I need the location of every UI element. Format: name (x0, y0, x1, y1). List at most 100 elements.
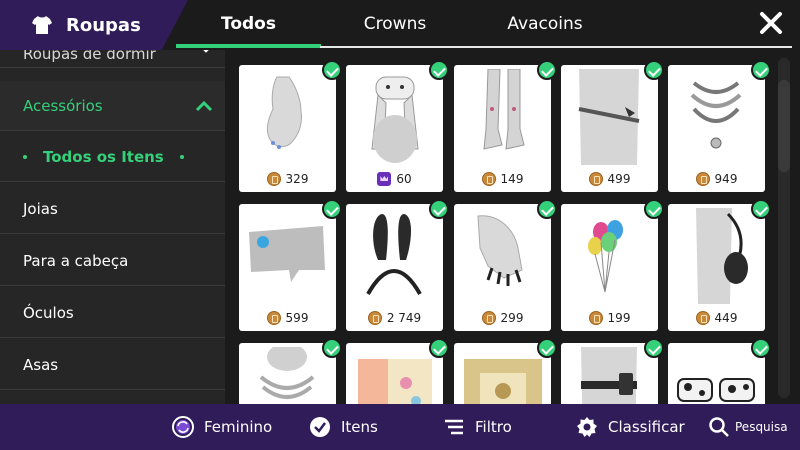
items-label: Itens (341, 418, 378, 436)
gender-button[interactable]: Feminino (172, 404, 272, 450)
tab-todos[interactable]: Todos (176, 0, 321, 48)
item-card-floral-book[interactable] (346, 338, 449, 404)
avacoin-icon (481, 311, 496, 325)
item-card-leg-warmers[interactable]: 149 (454, 60, 557, 192)
category-sidebar: Roupas de dormir Acessórios Todos os Ite… (0, 50, 225, 404)
search-label: Pesquisa (735, 420, 788, 434)
item-card-bytes-sign[interactable]: 599 (239, 199, 342, 331)
sidebar-subitem-label: Todos os Itens (43, 147, 164, 166)
sidebar-item-label: Óculos (23, 303, 74, 322)
item-thumbnail (578, 69, 640, 165)
avacoin-icon (481, 172, 496, 186)
owned-check-icon (537, 60, 557, 80)
bullet-dot (179, 154, 184, 159)
sidebar-item-label: Joias (23, 199, 58, 218)
item-card-gold-frame[interactable] (454, 338, 557, 404)
search-icon (709, 417, 729, 437)
sidebar-item-label: Para a cabeça (23, 251, 129, 270)
item-card-necklace[interactable]: 949 (668, 60, 771, 192)
item-thumbnail (581, 347, 637, 404)
item-thumbnail (464, 359, 542, 404)
sidebar-item-jewelry[interactable]: Joias (0, 184, 225, 234)
item-price: 149 (454, 172, 551, 186)
item-thumbnail (266, 76, 302, 149)
item-price: 499 (561, 172, 658, 186)
item-thumbnail (259, 347, 315, 399)
sort-button[interactable]: Classificar (576, 404, 685, 450)
chevron-down-icon (203, 50, 209, 53)
tab-avacoins[interactable]: Avacoins (470, 0, 620, 48)
item-card-phone-belt[interactable] (561, 338, 664, 404)
active-tab-indicator (176, 44, 321, 48)
item-price: 329 (239, 172, 336, 186)
item-thumbnail (477, 215, 523, 286)
tab-divider (320, 46, 792, 48)
item-thumbnail (483, 69, 525, 150)
item-price: 599 (239, 311, 336, 325)
shirt-icon (32, 16, 52, 34)
owned-check-icon (644, 338, 664, 358)
owned-check-icon (429, 338, 449, 358)
sidebar-item-glasses[interactable]: Óculos (0, 288, 225, 338)
sidebar-item-label: Roupas de dormir (23, 50, 156, 63)
filter-button[interactable]: Filtro (443, 404, 512, 450)
gender-label: Feminino (204, 418, 273, 436)
avacoin-icon (266, 172, 281, 186)
item-card-balloons[interactable]: 199 (561, 199, 664, 331)
owned-check-icon (644, 199, 664, 219)
sort-label: Classificar (608, 418, 685, 436)
item-price: 2 749 (346, 311, 443, 325)
item-thumbnail (690, 81, 742, 149)
crown-icon (377, 172, 392, 186)
owned-check-icon (751, 199, 771, 219)
item-price: 299 (454, 311, 551, 325)
close-icon[interactable] (758, 10, 784, 36)
item-card-cow-sunglasses[interactable] (668, 338, 771, 404)
item-card-shoulder-bag[interactable]: 449 (668, 199, 771, 331)
item-price: 60 (346, 172, 443, 186)
item-price: 199 (561, 311, 658, 325)
item-card-claw-nails[interactable]: 299 (454, 199, 557, 331)
item-thumbnail (249, 226, 325, 282)
item-thumbnail (366, 214, 422, 295)
owned-check-icon (644, 60, 664, 80)
item-thumbnail (358, 359, 432, 404)
owned-check-icon (322, 60, 342, 80)
scrollbar-thumb[interactable] (778, 80, 790, 172)
owned-check-icon (751, 338, 771, 358)
owned-check-icon (322, 199, 342, 219)
item-thumbnail (696, 208, 748, 304)
sidebar-item-label: Asas (23, 355, 59, 374)
avacoin-icon (588, 311, 603, 325)
avacoin-icon (695, 172, 710, 186)
chevron-up-icon (195, 100, 213, 111)
sidebar-item-label: Acessórios (23, 96, 103, 115)
sidebar-subitem-all-items[interactable]: Todos os Itens (0, 132, 225, 182)
item-card-gloves[interactable]: 329 (239, 60, 342, 192)
item-card-pearl-necklace[interactable] (239, 338, 342, 404)
items-button[interactable]: Itens (309, 404, 378, 450)
item-thumbnail (588, 220, 623, 293)
item-thumbnail (371, 76, 419, 163)
owned-check-icon (322, 338, 342, 358)
bottom-toolbar: Feminino Itens Filtro Classificar Pesqui… (0, 404, 800, 450)
owned-check-icon (429, 199, 449, 219)
sidebar-item-accessories[interactable]: Acessórios (0, 81, 225, 131)
brand-title: Roupas (66, 14, 141, 36)
item-card-bunny-ears[interactable]: 2 749 (346, 199, 449, 331)
sidebar-item-sleepwear[interactable]: Roupas de dormir (0, 50, 225, 68)
sidebar-item-headwear[interactable]: Para a cabeça (0, 236, 225, 286)
check-circle-icon (310, 417, 330, 437)
search-button[interactable]: Pesquisa (708, 404, 788, 450)
item-price: 449 (668, 311, 765, 325)
bullet-dot (23, 154, 27, 159)
tab-crowns[interactable]: Crowns (320, 0, 470, 48)
filter-icon (445, 419, 463, 435)
item-card-spike-belt[interactable]: 499 (561, 60, 664, 192)
avacoin-icon (695, 311, 710, 325)
sidebar-item-wings[interactable]: Asas (0, 340, 225, 390)
owned-check-icon (537, 199, 557, 219)
item-thumbnail (677, 378, 755, 402)
owned-check-icon (429, 60, 449, 80)
item-card-bunny-hat[interactable]: 60 (346, 60, 449, 192)
